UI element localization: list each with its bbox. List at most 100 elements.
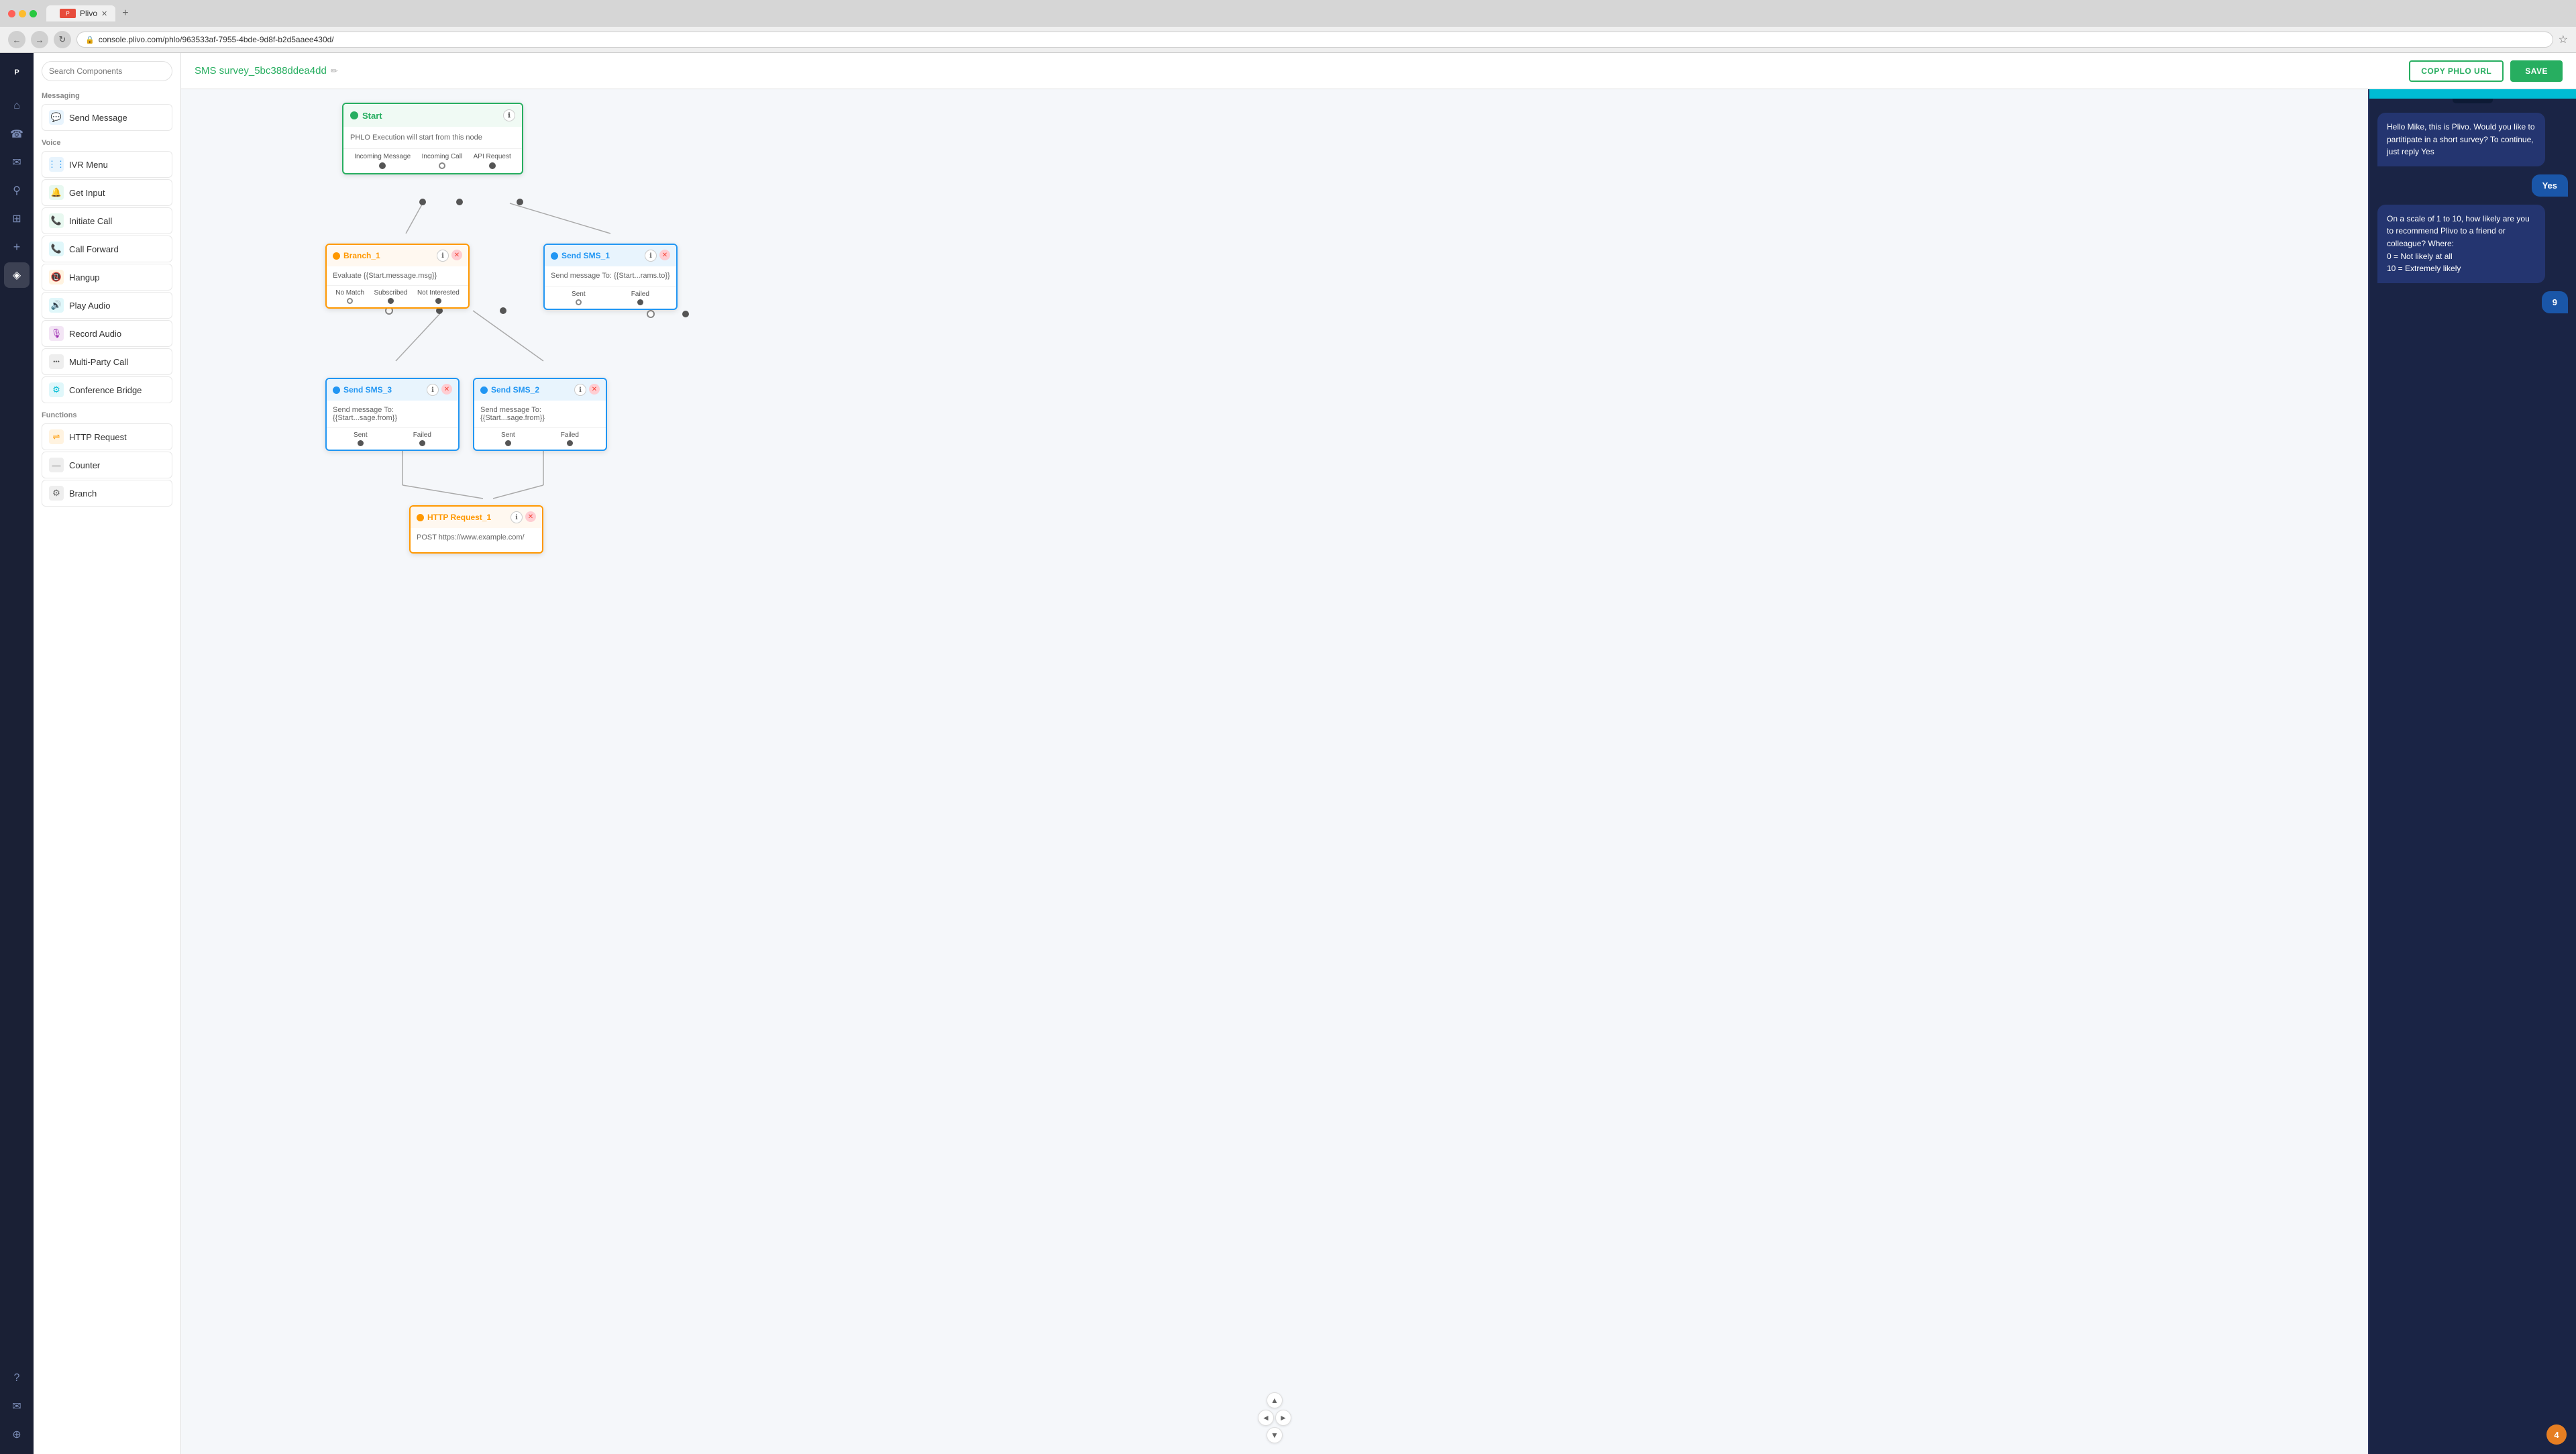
http1-body: POST https://www.example.com/ xyxy=(411,528,542,552)
port-no-match-dot[interactable] xyxy=(347,298,353,304)
port-sms1-sent[interactable]: Sent xyxy=(572,291,586,305)
port-sms2-failed[interactable]: Failed xyxy=(561,431,579,446)
port-subscribed-dot[interactable] xyxy=(388,298,394,304)
new-tab-btn[interactable]: + xyxy=(122,7,128,19)
sidebar-item-message[interactable]: ✉ xyxy=(4,150,30,175)
sidebar-item-home[interactable]: ⌂ xyxy=(4,93,30,119)
sidebar-item-plus[interactable]: + xyxy=(4,234,30,260)
http1-close-btn[interactable]: ✕ xyxy=(525,511,536,522)
component-branch[interactable]: ⚙ Branch xyxy=(42,480,172,507)
canvas-nav-left[interactable]: ◄ xyxy=(1258,1410,1274,1426)
sidebar-item-flow[interactable]: ◈ xyxy=(4,262,30,288)
copy-phlo-url-btn[interactable]: COPY PHLO URL xyxy=(2409,60,2504,82)
port-incoming-message[interactable]: Incoming Message xyxy=(354,153,411,169)
component-counter[interactable]: — Counter xyxy=(42,452,172,478)
port-sms3-sent[interactable]: Sent xyxy=(354,431,368,446)
sms3-info-btn[interactable]: ℹ xyxy=(427,384,439,396)
port-sms1-sent-dot[interactable] xyxy=(576,299,582,305)
port-sms1-failed[interactable]: Failed xyxy=(631,291,649,305)
sms3-title: Send SMS_3 xyxy=(343,385,392,395)
component-http-request[interactable]: ⇌ HTTP Request xyxy=(42,423,172,450)
branch1-close-btn[interactable]: ✕ xyxy=(451,250,462,260)
sms2-close-btn[interactable]: ✕ xyxy=(589,384,600,395)
component-send-message[interactable]: 💬 Send Message xyxy=(42,104,172,131)
conference-bridge-label: Conference Bridge xyxy=(69,385,142,395)
sms1-info-btn[interactable]: ℹ xyxy=(645,250,657,262)
refresh-btn[interactable]: ↻ xyxy=(54,31,71,48)
port-api-request[interactable]: API Request xyxy=(474,153,511,169)
phone-notch xyxy=(2453,99,2493,103)
sidebar-item-mail[interactable]: ✉ xyxy=(4,1394,30,1419)
port-sms2-sent[interactable]: Sent xyxy=(501,431,515,446)
browser-tab[interactable]: P Plivo ✕ xyxy=(46,5,115,21)
node-send-sms-2[interactable]: Send SMS_2 ℹ ✕ Send message To: {{Start.… xyxy=(473,378,607,451)
bookmark-btn[interactable]: ☆ xyxy=(2559,33,2568,46)
sidebar-item-grid[interactable]: ⊞ xyxy=(4,206,30,231)
port-subscribed[interactable]: Subscribed xyxy=(374,289,407,304)
node-send-sms-3[interactable]: Send SMS_3 ℹ ✕ Send message To: {{Start.… xyxy=(325,378,460,451)
url-text: console.plivo.com/phlo/963533af-7955-4bd… xyxy=(99,35,334,44)
component-initiate-call[interactable]: 📞 Initiate Call xyxy=(42,207,172,234)
component-multi-party-call[interactable]: ••• Multi-Party Call xyxy=(42,348,172,375)
play-audio-label: Play Audio xyxy=(69,301,110,311)
node-send-sms-1[interactable]: Send SMS_1 ℹ ✕ Send message To: {{Start.… xyxy=(543,244,678,310)
node-branch-1[interactable]: Branch_1 ℹ ✕ Evaluate {{Start.message.ms… xyxy=(325,244,470,309)
back-btn[interactable]: ← xyxy=(8,31,25,48)
chat-message-3: On a scale of 1 to 10, how likely are yo… xyxy=(2377,205,2545,283)
branch1-info-btn[interactable]: ℹ xyxy=(437,250,449,262)
port-sms1-failed-dot[interactable] xyxy=(637,299,643,305)
flow-canvas[interactable]: Start ℹ PHLO Execution will start from t… xyxy=(181,89,2368,1454)
phone-avatar: 4 xyxy=(2546,1424,2567,1445)
component-ivr-menu[interactable]: ⋮⋮ IVR Menu xyxy=(42,151,172,178)
sidebar-item-phone[interactable]: ☎ xyxy=(4,121,30,147)
canvas-nav-right[interactable]: ► xyxy=(1275,1410,1291,1426)
node-start[interactable]: Start ℹ PHLO Execution will start from t… xyxy=(342,103,523,174)
canvas-nav-down[interactable]: ▼ xyxy=(1267,1427,1283,1443)
port-not-interested-dot[interactable] xyxy=(435,298,441,304)
component-hangup[interactable]: 📵 Hangup xyxy=(42,264,172,291)
sms3-close-btn[interactable]: ✕ xyxy=(441,384,452,395)
port-sms3-failed-dot[interactable] xyxy=(419,440,425,446)
port-sms2-sent-dot[interactable] xyxy=(505,440,511,446)
component-call-forward[interactable]: 📞 Call Forward xyxy=(42,236,172,262)
port-sms3-sent-dot[interactable] xyxy=(358,440,364,446)
app-title: SMS survey_5bc388ddea4dd ✏ xyxy=(195,65,338,76)
port-sms2-failed-dot[interactable] xyxy=(567,440,573,446)
sms3-header: Send SMS_3 ℹ ✕ xyxy=(327,379,458,401)
component-get-input[interactable]: 🔔 Get Input xyxy=(42,179,172,206)
component-play-audio[interactable]: 🔊 Play Audio xyxy=(42,292,172,319)
http1-info-btn[interactable]: ℹ xyxy=(511,511,523,523)
port-not-interested[interactable]: Not Interested xyxy=(417,289,460,304)
start-info-btn[interactable]: ℹ xyxy=(503,109,515,121)
functions-section-label: Functions xyxy=(42,411,172,419)
sms3-ports: Sent Failed xyxy=(327,427,458,450)
branch1-header: Branch_1 ℹ ✕ xyxy=(327,245,468,266)
chat-message-2: Yes xyxy=(2532,174,2568,197)
component-record-audio[interactable]: 🎙 Record Audio xyxy=(42,320,172,347)
canvas-nav-up[interactable]: ▲ xyxy=(1267,1392,1283,1408)
get-input-icon: 🔔 xyxy=(49,185,64,200)
port-api-request-dot[interactable] xyxy=(489,162,496,169)
node-http-request-1[interactable]: HTTP Request_1 ℹ ✕ POST https://www.exam… xyxy=(409,505,543,554)
tab-close-btn[interactable]: ✕ xyxy=(101,9,107,18)
url-bar[interactable]: 🔒 console.plivo.com/phlo/963533af-7955-4… xyxy=(76,32,2553,48)
port-incoming-message-dot[interactable] xyxy=(379,162,386,169)
port-incoming-call[interactable]: Incoming Call xyxy=(422,153,463,169)
forward-btn[interactable]: → xyxy=(31,31,48,48)
sidebar-item-search[interactable]: ⚲ xyxy=(4,178,30,203)
component-conference-bridge[interactable]: ⚙ Conference Bridge xyxy=(42,376,172,403)
port-no-match[interactable]: No Match xyxy=(335,289,364,304)
sms1-close-btn[interactable]: ✕ xyxy=(659,250,670,260)
close-window-btn[interactable] xyxy=(8,10,15,17)
save-btn[interactable]: SAVE xyxy=(2510,60,2563,82)
sidebar-item-help[interactable]: ? xyxy=(4,1365,30,1391)
port-incoming-call-dot[interactable] xyxy=(439,162,445,169)
search-components-input[interactable] xyxy=(42,61,172,81)
port-sms3-failed[interactable]: Failed xyxy=(413,431,431,446)
sidebar-item-globe[interactable]: ⊕ xyxy=(4,1422,30,1447)
sms2-info-btn[interactable]: ℹ xyxy=(574,384,586,396)
maximize-window-btn[interactable] xyxy=(30,10,37,17)
minimize-window-btn[interactable] xyxy=(19,10,26,17)
hangup-label: Hangup xyxy=(69,272,100,282)
edit-title-icon[interactable]: ✏ xyxy=(331,66,338,76)
